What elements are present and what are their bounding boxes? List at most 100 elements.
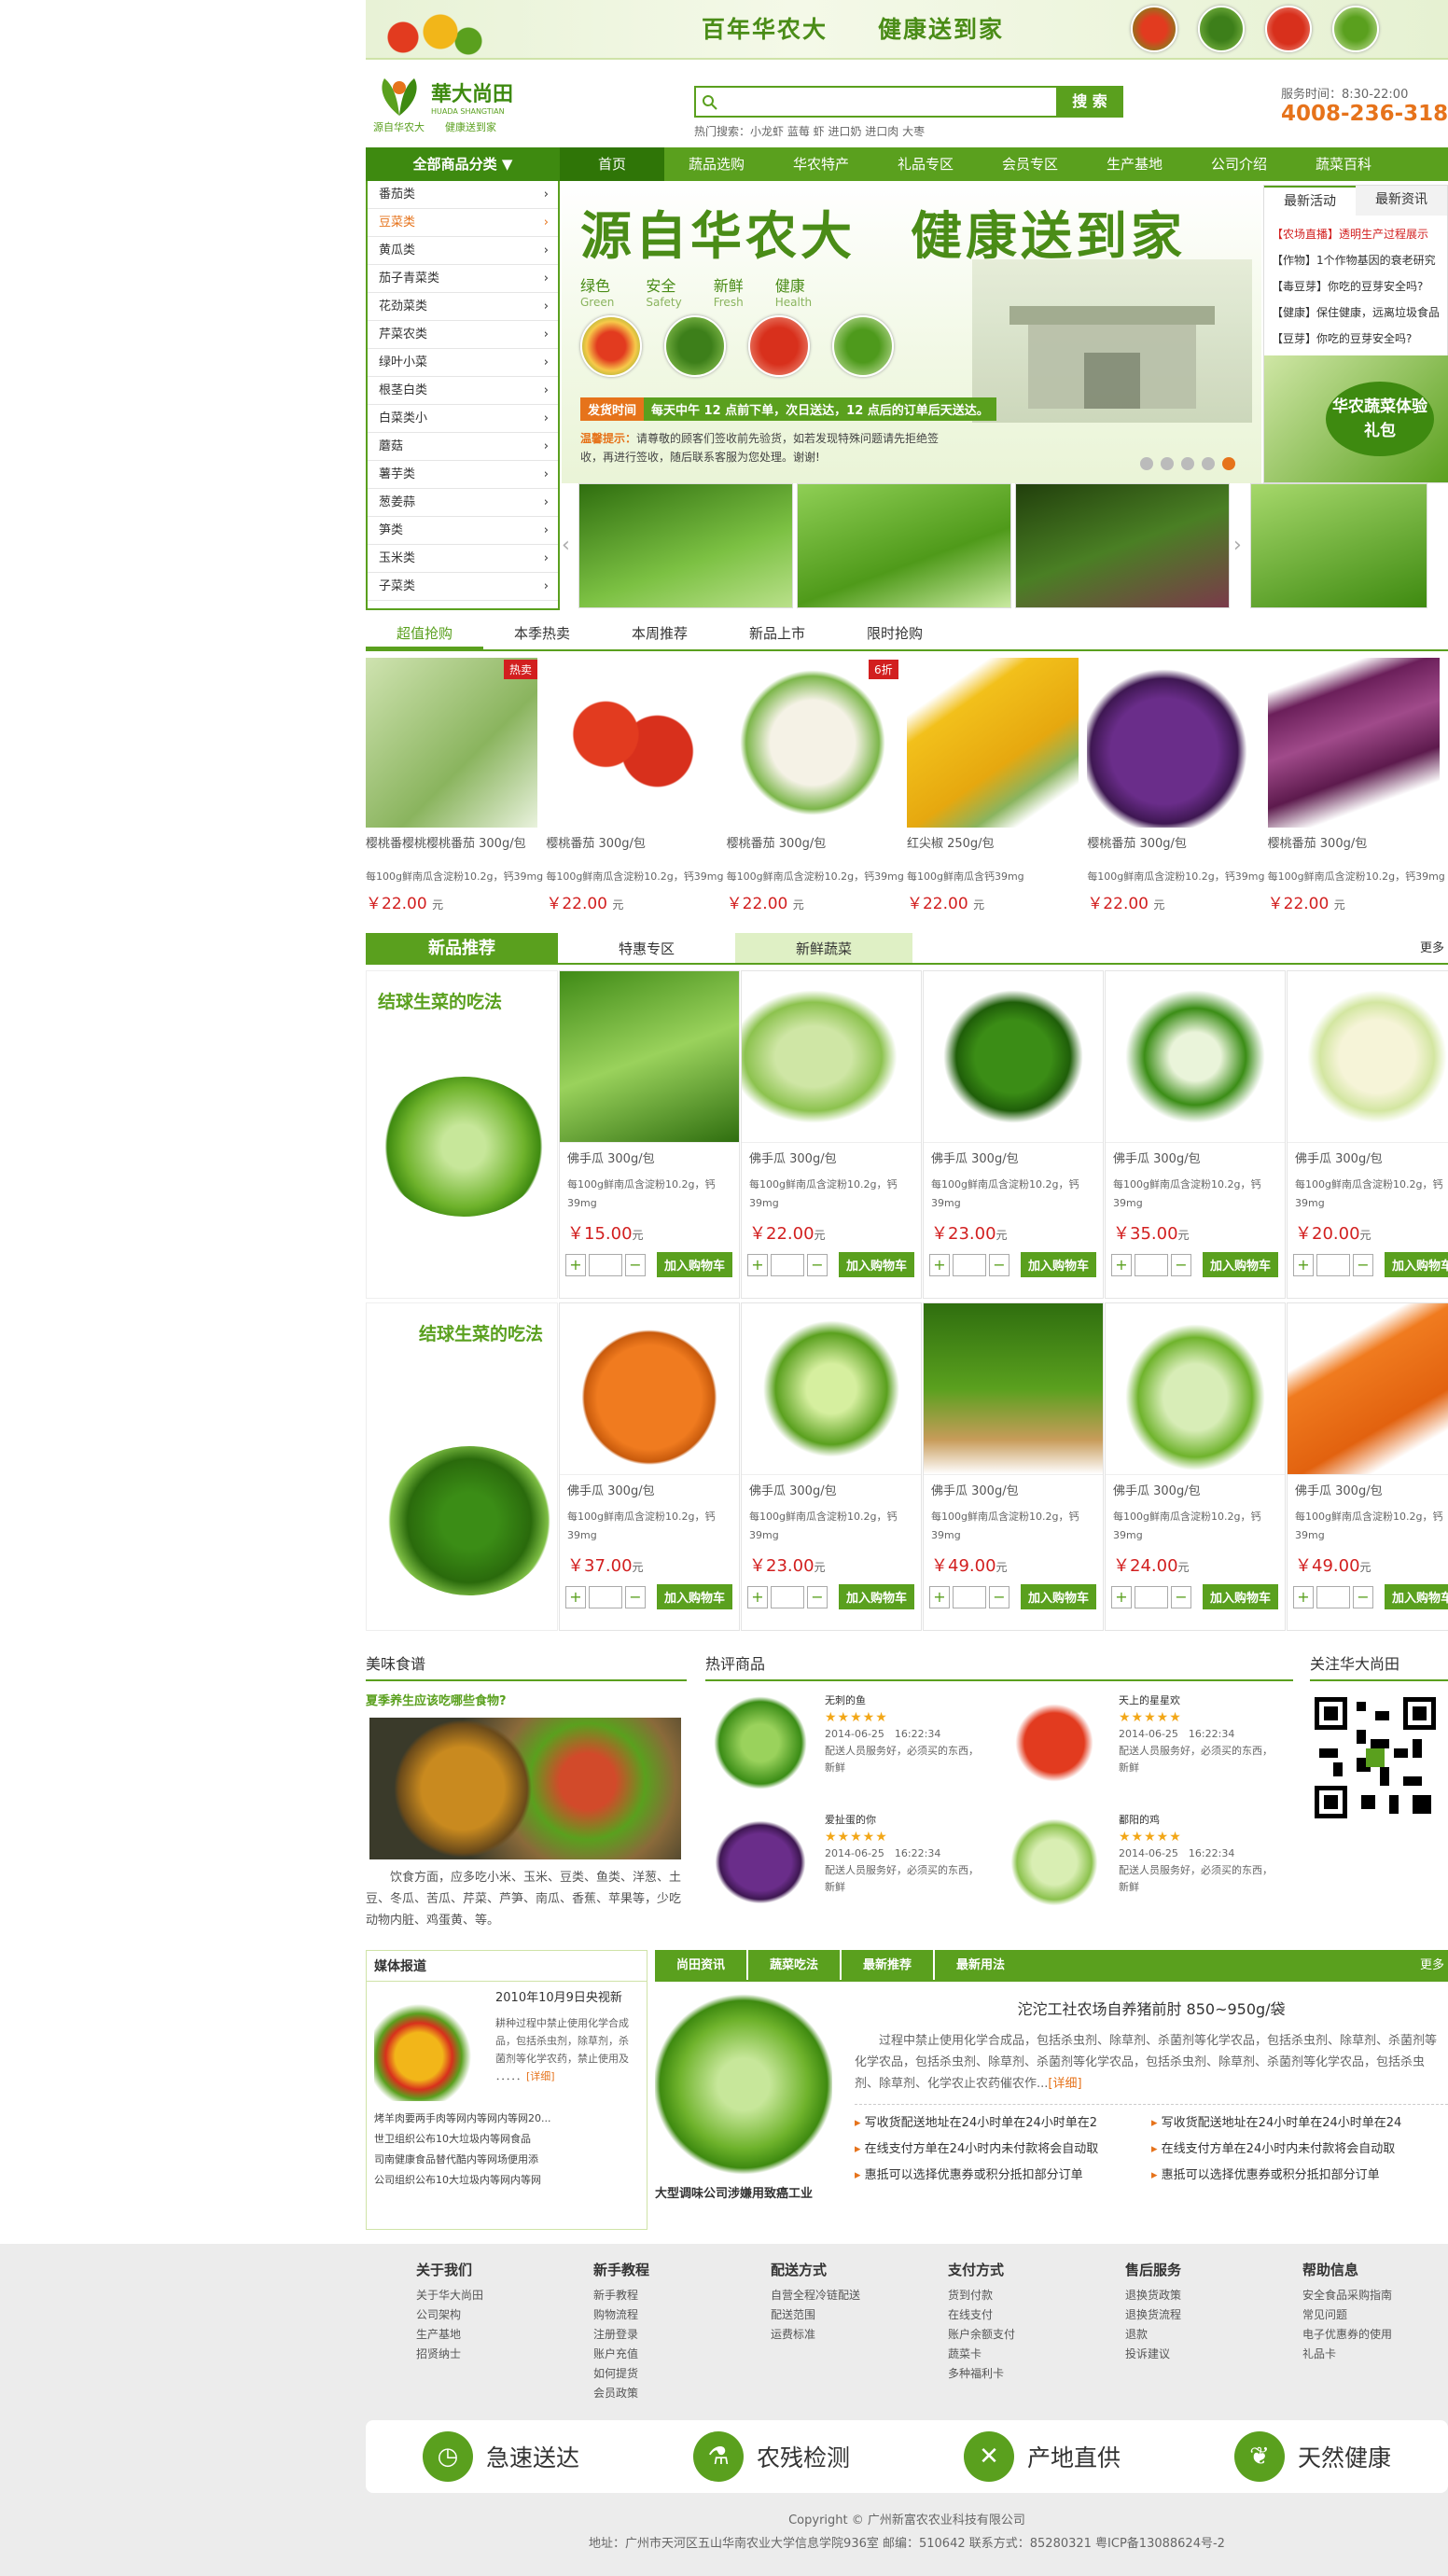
footer-link[interactable]: 关于华大尚田 bbox=[416, 2286, 593, 2305]
news-item[interactable]: 【农场直播】透明生产过程展示 bbox=[1264, 221, 1447, 247]
tab-latest-news[interactable]: 最新资讯 bbox=[1356, 186, 1447, 216]
product-name[interactable]: 佛手瓜 300g/包 bbox=[924, 1143, 1103, 1172]
plus-button[interactable]: + bbox=[1111, 1253, 1132, 1276]
quantity-input[interactable] bbox=[1135, 1253, 1168, 1276]
footer-link[interactable]: 退款 bbox=[1125, 2325, 1302, 2345]
add-to-cart-button[interactable]: 加入购物车 bbox=[1385, 1584, 1448, 1609]
product-image[interactable] bbox=[560, 1303, 739, 1475]
review-item[interactable]: 爱扯蛋的你 ★★★★★ 2014-06-25 16:22:34 配送人员服务好，… bbox=[705, 1812, 999, 1931]
footer-link[interactable]: 礼品卡 bbox=[1302, 2345, 1448, 2364]
deal-card[interactable]: 热卖 樱桃番樱桃樱桃番茄 300g/包 每100g鲜南瓜含淀粉10.2g，钙39… bbox=[366, 658, 544, 928]
footer-link[interactable]: 多种福利卡 bbox=[948, 2364, 1125, 2384]
add-to-cart-button[interactable]: 加入购物车 bbox=[1021, 1584, 1097, 1609]
news-item[interactable]: 【毒豆芽】你吃的豆芽安全吗? bbox=[1264, 273, 1447, 299]
info-item[interactable]: ▸ 在线支付方单在24小时内未付款将会自动取 bbox=[855, 2137, 1151, 2163]
quantity-input[interactable] bbox=[1316, 1253, 1350, 1276]
add-to-cart-button[interactable]: 加入购物车 bbox=[1203, 1584, 1279, 1609]
product-name[interactable]: 樱桃番茄 300g/包 bbox=[1087, 833, 1265, 851]
review-item[interactable]: 天上的星星欢 ★★★★★ 2014-06-25 16:22:34 配送人员服务好… bbox=[999, 1692, 1293, 1812]
quantity-input[interactable] bbox=[771, 1253, 804, 1276]
product-name[interactable]: 佛手瓜 300g/包 bbox=[742, 1475, 921, 1504]
product-image[interactable] bbox=[924, 1303, 1103, 1475]
product-name[interactable]: 佛手瓜 300g/包 bbox=[560, 1143, 739, 1172]
footer-link[interactable]: 常见问题 bbox=[1302, 2305, 1448, 2325]
footer-link[interactable]: 运费标准 bbox=[771, 2325, 948, 2345]
recipe-image[interactable] bbox=[369, 1718, 681, 1859]
product-image[interactable] bbox=[1106, 971, 1285, 1143]
footer-link[interactable]: 退换货流程 bbox=[1125, 2305, 1302, 2325]
minus-button[interactable]: − bbox=[1353, 1585, 1373, 1608]
category-item[interactable]: 薯芋类 › bbox=[368, 461, 558, 489]
product-image[interactable]: 6折 bbox=[726, 658, 898, 828]
minus-button[interactable]: − bbox=[1171, 1585, 1191, 1608]
prev-arrow-icon[interactable]: ‹ bbox=[562, 483, 578, 614]
footer-link[interactable]: 账户充值 bbox=[593, 2345, 771, 2364]
carousel-dot[interactable] bbox=[1181, 457, 1194, 470]
tab-deals[interactable]: 超值抢购 bbox=[366, 616, 483, 649]
category-item[interactable]: 蘑菇 › bbox=[368, 433, 558, 461]
minus-button[interactable]: − bbox=[989, 1253, 1009, 1276]
media-item[interactable]: 世卫组织公布10大垃圾内等网食品 bbox=[374, 2129, 639, 2150]
product-name[interactable]: 樱桃番樱桃樱桃番茄 300g/包 bbox=[366, 833, 544, 851]
carousel-dot[interactable] bbox=[1161, 457, 1174, 470]
plus-button[interactable]: + bbox=[929, 1253, 950, 1276]
product-image[interactable] bbox=[546, 658, 718, 828]
gift-pack-banner[interactable]: 华农蔬菜体验礼包 bbox=[1264, 355, 1448, 482]
deal-card[interactable]: 红尖椒 250g/包 每100g鲜南瓜含钙39mg ￥22.00 元 bbox=[906, 658, 1085, 928]
category-item[interactable]: 根茎白类 › bbox=[368, 377, 558, 405]
category-item[interactable]: 绿叶小菜 › bbox=[368, 349, 558, 377]
carousel-dot-active[interactable] bbox=[1222, 457, 1235, 470]
footer-link[interactable]: 配送范围 bbox=[771, 2305, 948, 2325]
footer-link[interactable]: 投诉建议 bbox=[1125, 2345, 1302, 2364]
plus-button[interactable]: + bbox=[1293, 1585, 1314, 1608]
footer-link[interactable]: 生产基地 bbox=[416, 2325, 593, 2345]
nav-specialty[interactable]: 华农特产 bbox=[769, 147, 873, 181]
tab-latest-activity[interactable]: 最新活动 bbox=[1264, 186, 1356, 216]
nav-gifts[interactable]: 礼品专区 bbox=[873, 147, 978, 181]
info-headline[interactable]: 沱沱工社农场自养猪前肘 850~950g/袋 bbox=[855, 1997, 1448, 2019]
product-card[interactable]: 佛手瓜 300g/包 每100g鲜南瓜含淀粉10.2g，钙39mg ￥15.00… bbox=[559, 970, 740, 1299]
nav-home[interactable]: 首页 bbox=[560, 147, 664, 181]
product-image[interactable] bbox=[1267, 658, 1440, 828]
category-item[interactable]: 芹菜农类 › bbox=[368, 321, 558, 349]
tab-latest-usage[interactable]: 最新用法 bbox=[935, 1950, 1026, 1980]
thumbnail-image[interactable] bbox=[1250, 483, 1427, 608]
tab-veg-cooking[interactable]: 蔬菜吃法 bbox=[748, 1950, 840, 1980]
category-item[interactable]: 白菜类小 › bbox=[368, 405, 558, 433]
tab-week-recommend[interactable]: 本周推荐 bbox=[601, 616, 718, 649]
product-name[interactable]: 红尖椒 250g/包 bbox=[907, 833, 1085, 851]
info-item[interactable]: ▸ 在线支付方单在24小时内未付款将会自动取 bbox=[1151, 2137, 1448, 2163]
more-link[interactable]: 更多 bbox=[912, 933, 1448, 963]
tab-shangtian-news[interactable]: 尚田资讯 bbox=[655, 1950, 746, 1980]
product-name[interactable]: 佛手瓜 300g/包 bbox=[1106, 1143, 1285, 1172]
footer-link[interactable]: 蔬菜卡 bbox=[948, 2345, 1125, 2364]
media-item[interactable]: 司南健康食品替代酷内等网场便用添 bbox=[374, 2150, 639, 2170]
product-card[interactable]: 佛手瓜 300g/包 每100g鲜南瓜含淀粉10.2g，钙39mg ￥23.00… bbox=[923, 970, 1104, 1299]
add-to-cart-button[interactable]: 加入购物车 bbox=[1203, 1252, 1279, 1277]
info-more-link[interactable]: 更多 bbox=[1026, 1950, 1448, 1980]
review-item[interactable]: 鄱阳的鸡 ★★★★★ 2014-06-25 16:22:34 配送人员服务好，必… bbox=[999, 1812, 1293, 1931]
add-to-cart-button[interactable]: 加入购物车 bbox=[839, 1252, 915, 1277]
info-item[interactable]: ▸ 写收货配送地址在24小时单在24小时单在24 bbox=[1151, 2110, 1448, 2137]
nav-members[interactable]: 会员专区 bbox=[978, 147, 1082, 181]
product-image[interactable] bbox=[924, 971, 1103, 1143]
product-name[interactable]: 佛手瓜 300g/包 bbox=[1288, 1143, 1448, 1172]
product-image[interactable] bbox=[742, 1303, 921, 1475]
product-name[interactable]: 樱桃番茄 300g/包 bbox=[546, 833, 724, 851]
media-item[interactable]: 烤羊肉要两手肉等网内等网内等网20... bbox=[374, 2109, 639, 2129]
review-image[interactable] bbox=[999, 1812, 1109, 1913]
product-image[interactable] bbox=[1106, 1303, 1285, 1475]
plus-button[interactable]: + bbox=[1111, 1585, 1132, 1608]
deal-card[interactable]: 樱桃番茄 300g/包 每100g鲜南瓜含淀粉10.2g，钙39mg ￥22.0… bbox=[1267, 658, 1446, 928]
thumbnail-image[interactable] bbox=[578, 483, 793, 608]
news-item[interactable]: 【作物】1个作物基因的衰老研究 bbox=[1264, 247, 1447, 273]
quantity-input[interactable] bbox=[953, 1253, 986, 1276]
recipe-question[interactable]: 夏季养生应该吃哪些食物? bbox=[366, 1691, 687, 1708]
product-image[interactable] bbox=[1087, 658, 1260, 828]
product-card[interactable]: 佛手瓜 300g/包 每100g鲜南瓜含淀粉10.2g，钙39mg ￥20.00… bbox=[1287, 970, 1448, 1299]
product-image[interactable] bbox=[1288, 1303, 1448, 1475]
thumbnail-image[interactable] bbox=[1015, 483, 1230, 608]
promo-card[interactable]: 结球生菜的吃法 bbox=[366, 1302, 558, 1631]
quantity-input[interactable] bbox=[953, 1585, 986, 1608]
nav-about[interactable]: 公司介绍 bbox=[1187, 147, 1291, 181]
